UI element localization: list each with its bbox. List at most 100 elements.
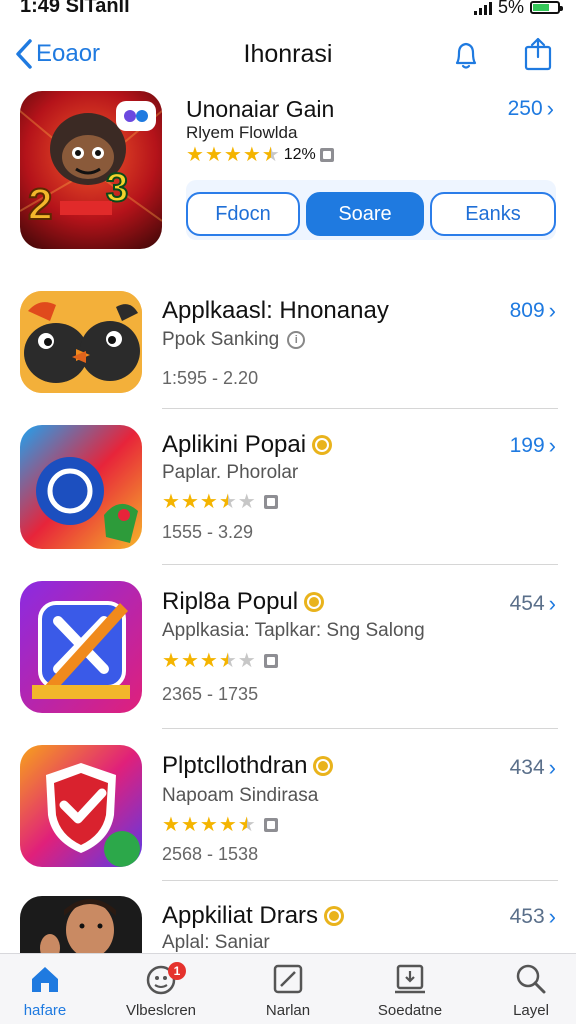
app-price[interactable]: 454 › — [510, 591, 556, 617]
app-icon-pencil — [20, 581, 142, 713]
svg-text:2: 2 — [28, 180, 52, 229]
divider — [162, 564, 558, 565]
app-meta: 1555 - 3.29 — [162, 522, 254, 542]
app-price-value: 453 — [509, 905, 545, 928]
tab-search[interactable]: Layel — [473, 962, 576, 1022]
star-icon: ★ — [162, 491, 180, 513]
app-title-text: Appkiliat Drars — [162, 902, 319, 929]
star-icon: ★ — [199, 814, 218, 836]
notification-badge: 1 — [168, 962, 186, 980]
person-icon — [20, 896, 142, 956]
status-indicators: 5% — [473, 0, 563, 18]
status-bar: 1:49 SITanll 5% — [0, 0, 576, 22]
tab-label: Vlbeslcren — [125, 1002, 197, 1019]
star-rating: ★ ★ ★ ★ ★ — [162, 492, 256, 512]
segmented-control: Fdocn Soare Eanks — [186, 180, 556, 240]
segment-button-1[interactable]: Fdocn — [186, 192, 300, 236]
app-price[interactable]: 453 › — [510, 904, 556, 930]
tab-updates[interactable]: Soedatne — [352, 962, 468, 1022]
star-icon: ★ — [180, 650, 199, 672]
share-icon[interactable] — [520, 36, 556, 72]
chevron-right-icon: › — [548, 904, 556, 929]
featured-app-icon[interactable]: 2 3 — [20, 91, 162, 249]
bell-icon[interactable] — [448, 36, 484, 72]
tab-label: Soedatne — [377, 1002, 443, 1019]
star-half-icon: ★ — [218, 650, 237, 672]
app-rating: ★ ★ ★ ★ ★ — [162, 815, 278, 835]
star-empty-icon: ★ — [237, 491, 256, 513]
app-subtitle: Paplar. Phorolar — [162, 462, 298, 484]
segment-button-2[interactable]: Soare — [306, 192, 424, 236]
app-subtitle: Aplal: Saniar — [162, 932, 270, 954]
app-icon-colorful — [20, 425, 142, 549]
star-icon: ★ — [218, 814, 237, 836]
app-subtitle-text: Napoam Sindirasa — [162, 785, 319, 806]
divider — [162, 408, 558, 409]
star-half-icon: ★ — [261, 144, 280, 166]
app-title: Ripl8a Popul — [162, 588, 325, 616]
app-icon-portrait — [20, 896, 142, 956]
app-price-value: 809 — [509, 299, 545, 322]
app-price-value: 199 — [509, 434, 545, 457]
app-title: Appkiliat Drars — [162, 902, 345, 930]
featured-price-value: 250 — [507, 97, 543, 120]
app-subtitle-text: Paplar. Phorolar — [162, 462, 299, 483]
star-icon: ★ — [180, 491, 199, 513]
apps-icon — [273, 964, 303, 994]
battery-percent: 5% — [497, 0, 524, 17]
tab-label: Layel — [513, 1002, 549, 1019]
info-icon: i — [287, 331, 306, 349]
app-rating: ★ ★ ★ ★ ★ — [162, 651, 278, 671]
verified-badge-icon — [312, 435, 333, 455]
star-rating: ★ ★ ★ ★ ★ — [186, 145, 280, 165]
star-icon: ★ — [180, 814, 199, 836]
verified-badge-icon — [304, 592, 325, 612]
app-title: Aplikini Popai — [162, 431, 333, 459]
battery-icon — [530, 1, 563, 14]
tab-games[interactable]: 1 Vlbeslcren — [103, 962, 219, 1022]
nav-bar: Eoaor Ihonrasi — [0, 30, 576, 80]
star-icon: ★ — [162, 814, 180, 836]
age-rating-icon — [263, 818, 278, 832]
age-rating-icon — [263, 654, 278, 668]
app-price-value: 454 — [509, 592, 545, 615]
app-subtitle-text: Applkasia: Taplkar: Sng Salong — [162, 620, 425, 641]
bird-icon — [20, 291, 142, 393]
pencil-icon — [20, 581, 142, 713]
featured-app-developer: Rlyem Flowlda — [186, 123, 298, 142]
chevron-right-icon: › — [546, 96, 554, 121]
app-meta: 1:595 - 2.20 — [162, 368, 259, 388]
verified-badge-icon — [313, 756, 334, 776]
updates-icon — [395, 964, 425, 994]
app-price[interactable]: 434 › — [510, 755, 556, 781]
app-price[interactable]: 809 › — [510, 298, 556, 324]
star-icon: ★ — [242, 144, 261, 166]
app-rating: ★ ★ ★ ★ ★ — [162, 492, 278, 512]
tab-apps[interactable]: Narlan — [230, 962, 346, 1022]
app-title-text: Ripl8a Popul — [162, 588, 299, 615]
app-title: Applkaasl: Hnonanay — [162, 297, 389, 325]
status-time: 1:49 SITanll — [20, 0, 130, 17]
app-price[interactable]: 199 › — [510, 433, 556, 459]
chevron-right-icon: › — [548, 433, 556, 458]
star-rating: ★ ★ ★ ★ ★ — [162, 651, 256, 671]
search-icon — [516, 964, 546, 994]
star-icon: ★ — [204, 144, 223, 166]
chevron-right-icon: › — [548, 298, 556, 323]
segment-button-3[interactable]: Eanks — [430, 192, 556, 236]
app-title-text: Plptcllothdran — [162, 752, 308, 779]
tab-label: Narlan — [265, 1002, 311, 1019]
tab-home[interactable]: hafare — [0, 962, 103, 1022]
app-subtitle-text: Ppok Sanking — [162, 329, 280, 350]
app-subtitle-text: Aplal: Saniar — [162, 932, 270, 953]
divider — [162, 728, 558, 729]
featured-app-rating: ★ ★ ★ ★ ★ 12% — [186, 145, 334, 165]
age-rating-icon — [263, 495, 278, 509]
star-rating: ★ ★ ★ ★ ★ — [162, 815, 256, 835]
star-half-icon: ★ — [218, 491, 237, 513]
home-icon — [32, 967, 58, 992]
star-icon: ★ — [199, 491, 218, 513]
featured-app-title[interactable]: Unonaiar Gain — [186, 96, 334, 123]
app-meta: 2365 - 1735 — [162, 684, 259, 704]
featured-app-price[interactable]: 250 › — [508, 96, 554, 122]
